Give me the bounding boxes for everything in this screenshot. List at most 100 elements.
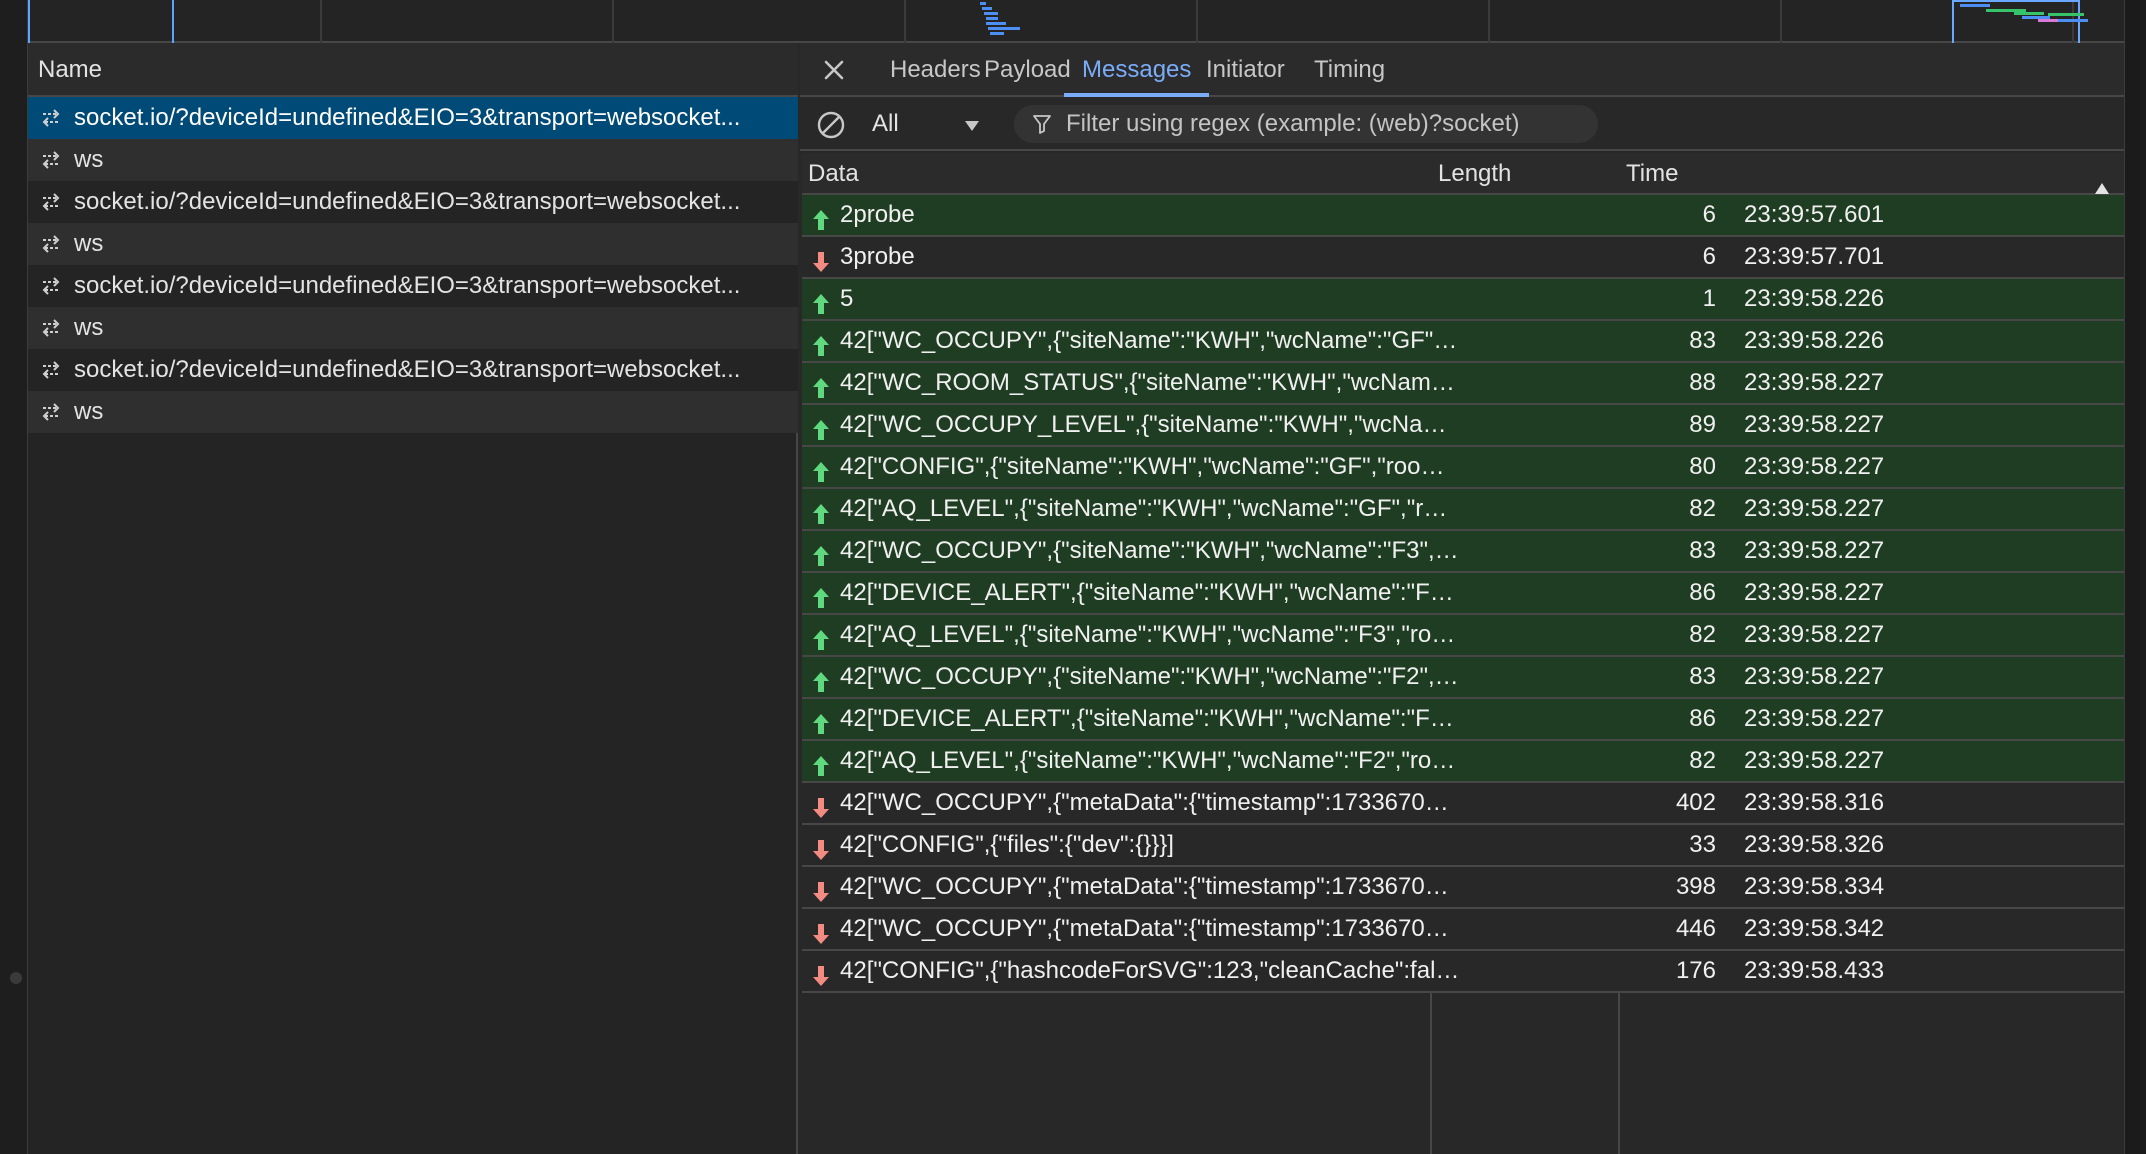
- details-tabbar: Headers Payload Messages Initiator Timin…: [800, 43, 2124, 97]
- arrow-up-icon: [812, 624, 830, 650]
- message-data: 42["WC_OCCUPY_LEVEL",{"siteName":"KWH","…: [840, 411, 1460, 438]
- message-length: 446: [1675, 915, 1716, 942]
- overview-request-bar: [980, 2, 986, 5]
- message-row[interactable]: 42["WC_OCCUPY",{"metaData":{"timestamp":…: [802, 867, 2124, 909]
- message-data: 5: [840, 285, 854, 312]
- data-column-header[interactable]: Data: [808, 153, 1408, 195]
- message-row[interactable]: 2probe 6 23:39:57.601: [802, 195, 2124, 237]
- message-row[interactable]: 42["CONFIG",{"files":{"dev":{}}}] 33 23:39…: [802, 825, 2124, 867]
- message-time: 23:39:57.701: [1744, 243, 1885, 270]
- message-row[interactable]: 42["AQ_LEVEL",{"siteName":"KWH","wcName"…: [802, 741, 2124, 783]
- overview-request-bar: [986, 17, 998, 20]
- message-data: 42["CONFIG",{"hashcodeForSVG":123,"clean…: [840, 957, 1460, 984]
- message-time: 23:39:58.227: [1744, 621, 1885, 648]
- message-row[interactable]: 42["WC_OCCUPY",{"siteName":"KWH","wcName…: [802, 531, 2124, 573]
- message-type-value: All: [872, 110, 899, 137]
- message-row[interactable]: 42["WC_OCCUPY_LEVEL",{"siteName":"KWH","…: [802, 405, 2124, 447]
- request-row[interactable]: socket.io/?deviceId=undefined&EIO=3&tran…: [28, 181, 798, 223]
- chevron-down-icon[interactable]: [964, 119, 980, 131]
- drag-handle[interactable]: [10, 972, 22, 984]
- request-row[interactable]: socket.io/?deviceId=undefined&EIO=3&tran…: [28, 97, 798, 139]
- message-row[interactable]: 42["WC_OCCUPY",{"siteName":"KWH","wcName…: [802, 657, 2124, 699]
- arrow-up-icon: [812, 414, 830, 440]
- request-row[interactable]: socket.io/?deviceId=undefined&EIO=3&tran…: [28, 265, 798, 307]
- message-data: 42["WC_OCCUPY",{"siteName":"KWH","wcName…: [840, 663, 1460, 690]
- message-row[interactable]: 3probe 6 23:39:57.701: [802, 237, 2124, 279]
- overview-gridline: [1196, 0, 1198, 43]
- request-list: Name socket.io/?deviceId=undefined&EIO=3…: [28, 43, 798, 1154]
- message-time: 23:39:58.227: [1744, 747, 1885, 774]
- close-icon[interactable]: [820, 56, 848, 84]
- message-data: 42["WC_OCCUPY",{"metaData":{"timestamp":…: [840, 873, 1460, 900]
- message-length: 80: [1689, 453, 1716, 480]
- message-data: 42["CONFIG",{"siteName":"KWH","wcName":"…: [840, 453, 1460, 480]
- message-data: 42["DEVICE_ALERT",{"siteName":"KWH","wcN…: [840, 705, 1460, 732]
- websocket-icon: [40, 192, 62, 212]
- request-row[interactable]: ws: [28, 307, 798, 349]
- message-data: 42["AQ_LEVEL",{"siteName":"KWH","wcName"…: [840, 495, 1460, 522]
- message-row[interactable]: 42["DEVICE_ALERT",{"siteName":"KWH","wcN…: [802, 699, 2124, 741]
- message-data: 42["WC_OCCUPY",{"siteName":"KWH","wcName…: [840, 327, 1460, 354]
- request-name: socket.io/?deviceId=undefined&EIO=3&tran…: [74, 356, 741, 383]
- time-column-header[interactable]: Time: [1626, 153, 1826, 195]
- message-data: 42["WC_OCCUPY",{"metaData":{"timestamp":…: [840, 789, 1460, 816]
- message-data: 42["CONFIG",{"files":{"dev":{}}}]: [840, 831, 1174, 858]
- message-row[interactable]: 42["DEVICE_ALERT",{"siteName":"KWH","wcN…: [802, 573, 2124, 615]
- overview-request-bar: [1960, 4, 1990, 7]
- message-length: 1: [1702, 285, 1716, 312]
- message-data: 2probe: [840, 201, 915, 228]
- message-row[interactable]: 42["AQ_LEVEL",{"siteName":"KWH","wcName"…: [802, 489, 2124, 531]
- overview-request-bar: [2048, 13, 2084, 16]
- arrow-down-icon: [812, 918, 830, 944]
- request-name: ws: [74, 146, 104, 173]
- filter-field[interactable]: [1014, 105, 1598, 143]
- request-row[interactable]: socket.io/?deviceId=undefined&EIO=3&tran…: [28, 349, 798, 391]
- message-length: 398: [1675, 873, 1716, 900]
- message-length: 88: [1689, 369, 1716, 396]
- message-row[interactable]: 42["WC_OCCUPY",{"siteName":"KWH","wcName…: [802, 321, 2124, 363]
- message-length: 83: [1689, 537, 1716, 564]
- tab-timing[interactable]: Timing: [1296, 43, 1403, 97]
- tab-initiator[interactable]: Initiator: [1188, 43, 1303, 97]
- request-row[interactable]: ws: [28, 139, 798, 181]
- message-row[interactable]: 42["AQ_LEVEL",{"siteName":"KWH","wcName"…: [802, 615, 2124, 657]
- request-name: ws: [74, 314, 104, 341]
- left-gutter: [0, 0, 28, 1154]
- message-row[interactable]: 5 1 23:39:58.226: [802, 279, 2124, 321]
- filter-icon: [1032, 114, 1052, 134]
- network-overview[interactable]: [28, 0, 2124, 43]
- length-column-header[interactable]: Length: [1438, 153, 1608, 195]
- request-row[interactable]: ws: [28, 391, 798, 433]
- message-row[interactable]: 42["CONFIG",{"siteName":"KWH","wcName":"…: [802, 447, 2124, 489]
- overview-request-bar: [2014, 12, 2044, 15]
- message-length: 33: [1689, 831, 1716, 858]
- request-name: socket.io/?deviceId=undefined&EIO=3&tran…: [74, 104, 741, 131]
- message-data: 42["AQ_LEVEL",{"siteName":"KWH","wcName"…: [840, 621, 1460, 648]
- overview-start-marker: [28, 0, 30, 43]
- message-row[interactable]: 42["WC_OCCUPY",{"metaData":{"timestamp":…: [802, 909, 2124, 951]
- right-edge: [2124, 0, 2146, 1154]
- message-row[interactable]: 42["CONFIG",{"hashcodeForSVG":123,"clean…: [802, 951, 2124, 993]
- request-name: socket.io/?deviceId=undefined&EIO=3&tran…: [74, 188, 741, 215]
- overview-request-bar: [988, 27, 1020, 30]
- message-row[interactable]: 42["WC_OCCUPY",{"metaData":{"timestamp":…: [802, 783, 2124, 825]
- filter-input[interactable]: [1066, 105, 1586, 143]
- overview-gridline: [904, 0, 906, 43]
- message-length: 176: [1675, 957, 1716, 984]
- arrow-up-icon: [812, 330, 830, 356]
- websocket-icon: [40, 276, 62, 296]
- message-row[interactable]: 42["WC_ROOM_STATUS",{"siteName":"KWH","w…: [802, 363, 2124, 405]
- message-length: 6: [1702, 201, 1716, 228]
- message-time: 23:39:58.227: [1744, 369, 1885, 396]
- name-column-header[interactable]: Name: [28, 43, 798, 97]
- sort-ascending-icon[interactable]: [2094, 167, 2110, 194]
- websocket-icon: [40, 150, 62, 170]
- message-length: 82: [1689, 747, 1716, 774]
- block-icon[interactable]: [816, 110, 846, 140]
- message-length: 82: [1689, 495, 1716, 522]
- message-length: 86: [1689, 579, 1716, 606]
- overview-request-bar: [990, 32, 1004, 35]
- arrow-up-icon: [812, 372, 830, 398]
- messages-table-body: 2probe 6 23:39:57.601 3probe 6 23:39:57.701 5 1…: [802, 195, 2124, 993]
- request-row[interactable]: ws: [28, 223, 798, 265]
